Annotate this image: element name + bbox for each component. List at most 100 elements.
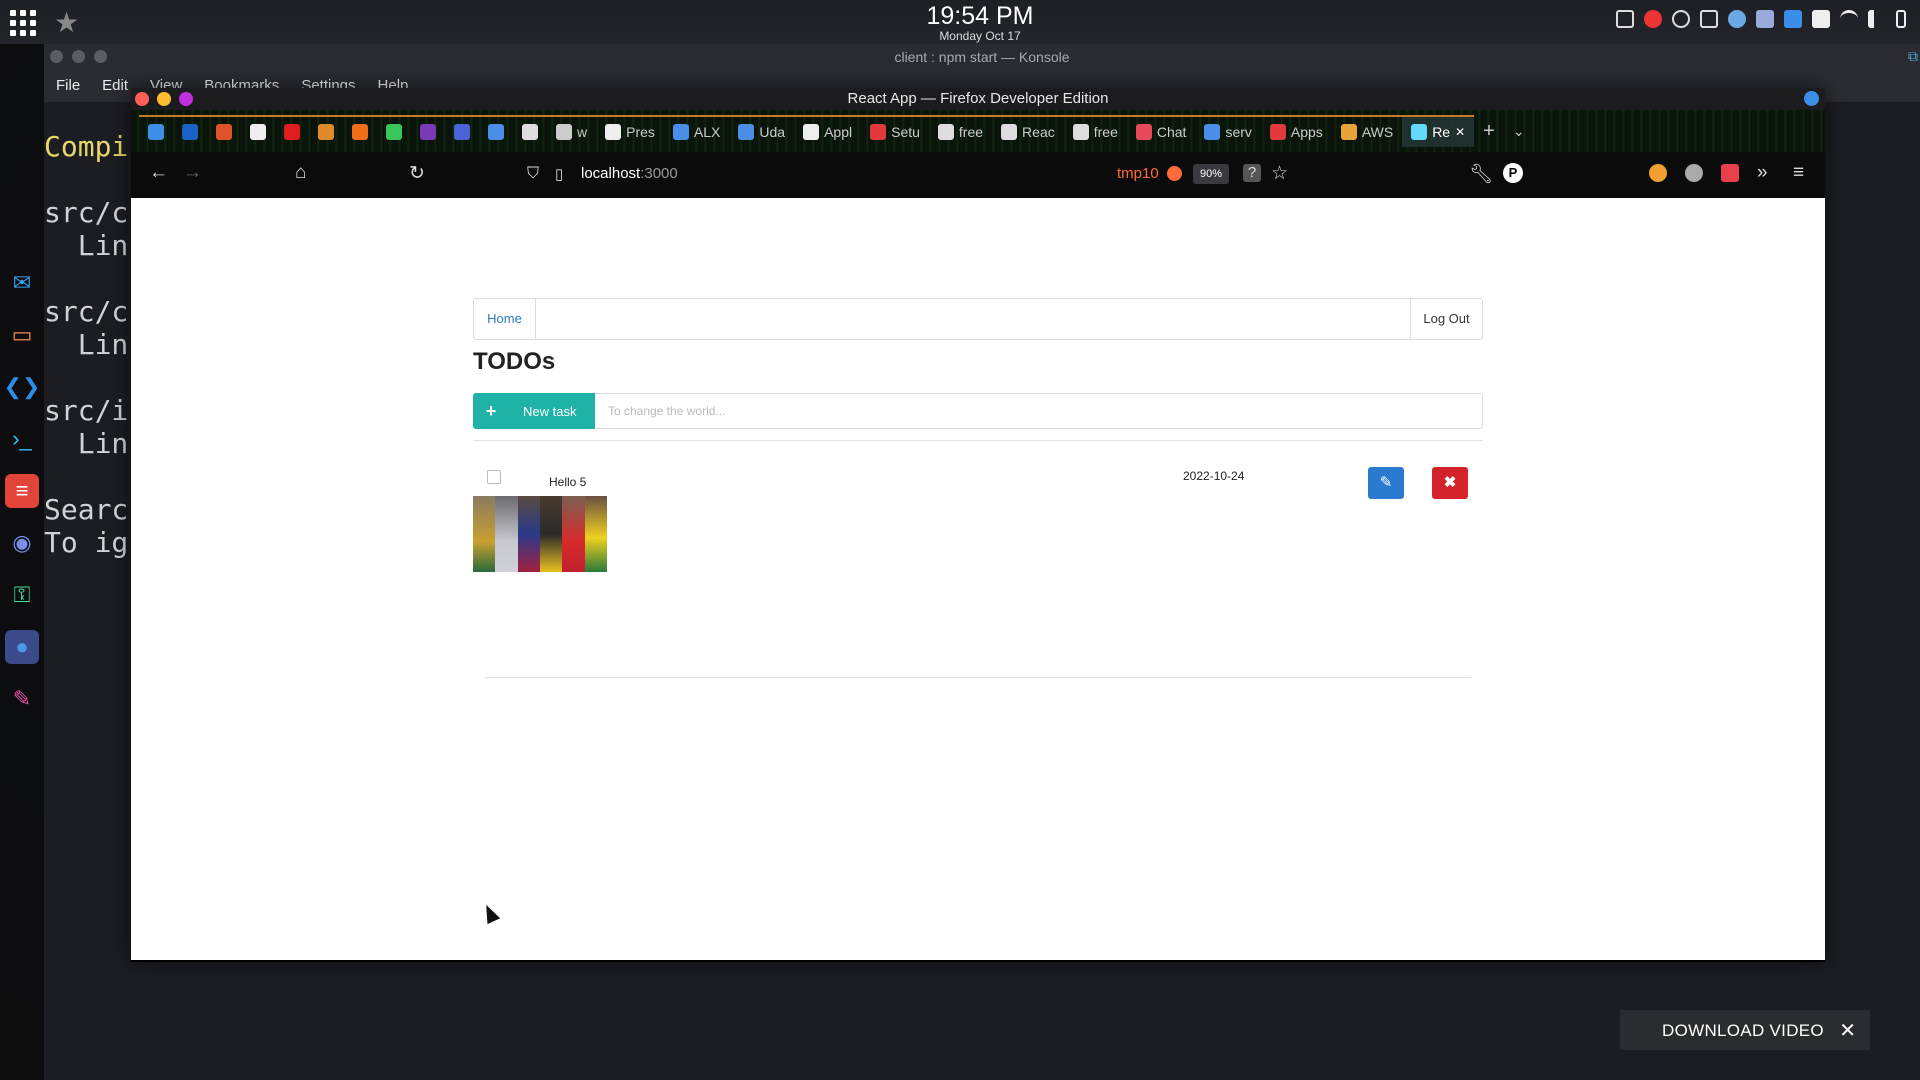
help-icon[interactable]: ? (1243, 164, 1261, 182)
battery-icon[interactable] (1896, 10, 1906, 28)
logout-button[interactable]: Log Out (1410, 299, 1482, 339)
browser-tab[interactable] (411, 115, 445, 147)
clipboard-icon[interactable] (1812, 10, 1830, 28)
plus-icon: + (485, 401, 497, 421)
vscode-icon[interactable]: ❮❯ (4, 370, 41, 404)
todoist-icon[interactable]: ≡ (5, 474, 39, 508)
browser-tab[interactable] (241, 115, 275, 147)
delete-button[interactable]: ✖ (1432, 467, 1468, 499)
browser-tab[interactable]: Uda (729, 115, 795, 147)
browser-tab[interactable]: Chat (1126, 115, 1196, 147)
tab-label: Re (1432, 124, 1451, 140)
menu-edit[interactable]: Edit (102, 70, 128, 102)
browser-tab[interactable] (513, 115, 547, 147)
tab-favicon-icon (148, 124, 164, 140)
left-dock: ✉ ▭ ❮❯ ›_ ≡ ◉ ⚿ ● ✎ (0, 44, 44, 1080)
browser-tab[interactable]: Reac (992, 115, 1064, 147)
browser-tab[interactable]: Re ✕ (1402, 115, 1475, 147)
browser-tab[interactable] (173, 115, 207, 147)
wifi-icon[interactable] (1840, 10, 1858, 28)
todo-date: 2022-10-24 (1183, 469, 1245, 483)
home-icon[interactable]: ⌂ (295, 162, 306, 184)
browser-tab[interactable]: w (547, 115, 597, 147)
wrench-icon[interactable]: 🔧︎ (1469, 162, 1493, 186)
new-tab-button[interactable]: + (1474, 115, 1504, 147)
close-icon[interactable]: ✕ (1839, 1018, 1856, 1043)
media-player-icon[interactable]: ◉ (5, 526, 39, 560)
notes-icon[interactable] (1700, 10, 1718, 28)
browser-tab[interactable] (309, 115, 343, 147)
browser-tab[interactable]: Apps (1260, 115, 1332, 147)
browser-tab[interactable] (343, 115, 377, 147)
browser-tab[interactable] (275, 115, 309, 147)
shield-icon[interactable]: ⛉ (527, 165, 539, 183)
firefox-window: React App — Firefox Developer Edition w P… (131, 88, 1825, 962)
extension-avatar-icon[interactable] (1685, 164, 1703, 182)
tab-label: Uda (759, 124, 786, 140)
tab-close-icon[interactable]: ✕ (1455, 125, 1465, 139)
volume-icon[interactable] (1868, 10, 1886, 28)
forward-arrow-icon[interactable]: → (183, 162, 202, 184)
browser-tab[interactable]: free (1063, 115, 1127, 147)
browser-tab[interactable]: Setu (861, 115, 929, 147)
overflow-chevron-icon[interactable]: » (1757, 162, 1768, 184)
container-label[interactable]: tmp10 (1117, 165, 1159, 182)
firefox-titlebar: React App — Firefox Developer Edition (131, 88, 1825, 110)
mouse-cursor-icon (479, 901, 501, 925)
clock[interactable]: 19:54 PM Monday Oct 17 (880, 2, 1080, 43)
browser-tab[interactable]: Appl (794, 115, 862, 147)
todo-title: Hello 5 (549, 475, 587, 489)
terminal-output[interactable]: Compi src/c Lin src/c Lin src/i Lin Sear… (44, 130, 128, 559)
browser-tab[interactable]: free (928, 115, 993, 147)
hamburger-menu-icon[interactable]: ≡ (1793, 162, 1804, 184)
edit-button[interactable]: ✎ (1368, 467, 1404, 499)
browser-tab[interactable] (479, 115, 513, 147)
nav-home-link[interactable]: Home (474, 299, 536, 339)
browser-tab[interactable]: Pres (596, 115, 664, 147)
extension-red-icon[interactable] (1721, 164, 1739, 182)
browser-tab[interactable] (377, 115, 411, 147)
chrome-icon[interactable] (1644, 10, 1662, 28)
konsole-title: client : npm start — Konsole (894, 49, 1070, 65)
terminal-icon[interactable]: ›_ (5, 422, 39, 456)
new-task-input[interactable] (596, 394, 1480, 428)
pocket-icon[interactable]: P (1503, 163, 1523, 183)
top-panel: ★ 19:54 PM Monday Oct 17 (0, 0, 1920, 44)
notification-icon[interactable] (1616, 10, 1634, 28)
todo-checkbox[interactable] (487, 470, 501, 484)
browser-tab[interactable] (445, 115, 479, 147)
browser-tab[interactable]: ALX (663, 115, 730, 147)
scissors-icon[interactable] (1728, 10, 1746, 28)
browser-tab[interactable] (139, 115, 173, 147)
tab-list-chevron-icon[interactable]: ⌄ (1504, 115, 1534, 147)
back-arrow-icon[interactable]: ← (149, 162, 168, 184)
favorites-star-icon[interactable]: ★ (54, 6, 79, 39)
firefox-dock-icon[interactable]: ● (5, 630, 39, 664)
browser-tab[interactable]: AWS (1331, 115, 1403, 147)
download-video-banner[interactable]: DOWNLOAD VIDEO ✕ (1620, 1010, 1870, 1050)
extension-ublock-icon[interactable] (1649, 164, 1667, 182)
url-bar[interactable]: localhost:3000 (581, 165, 678, 182)
menu-file[interactable]: File (56, 70, 80, 102)
bookmark-star-icon[interactable]: ☆ (1271, 162, 1288, 185)
dropbox-icon[interactable] (1756, 10, 1774, 28)
reload-icon[interactable]: ↻ (409, 162, 425, 185)
mail-icon[interactable]: ✉ (5, 266, 39, 300)
keepass-icon[interactable]: ⚿ (5, 578, 39, 612)
settings-icon[interactable] (1672, 10, 1690, 28)
window-title: React App — Firefox Developer Edition (847, 90, 1109, 107)
tab-favicon-icon (1072, 124, 1089, 140)
new-task-button[interactable]: + New task (473, 393, 595, 429)
drive-icon[interactable] (1784, 10, 1802, 28)
app-grid-icon[interactable] (8, 8, 38, 38)
browser-tab[interactable]: serv (1195, 115, 1261, 147)
browser-tab[interactable] (207, 115, 241, 147)
zoom-level[interactable]: 90% (1193, 164, 1229, 184)
container-dot-icon (1167, 166, 1182, 181)
todo-image (473, 496, 607, 572)
folder-icon[interactable]: ▭ (5, 318, 39, 352)
notes-editor-icon[interactable]: ✎ (5, 682, 39, 716)
page-content: Home Log Out TODOs + New task Hello 5 20… (131, 198, 1825, 960)
tab-label: Pres (626, 124, 655, 140)
expand-icon[interactable]: ⧉ (1908, 48, 1918, 65)
